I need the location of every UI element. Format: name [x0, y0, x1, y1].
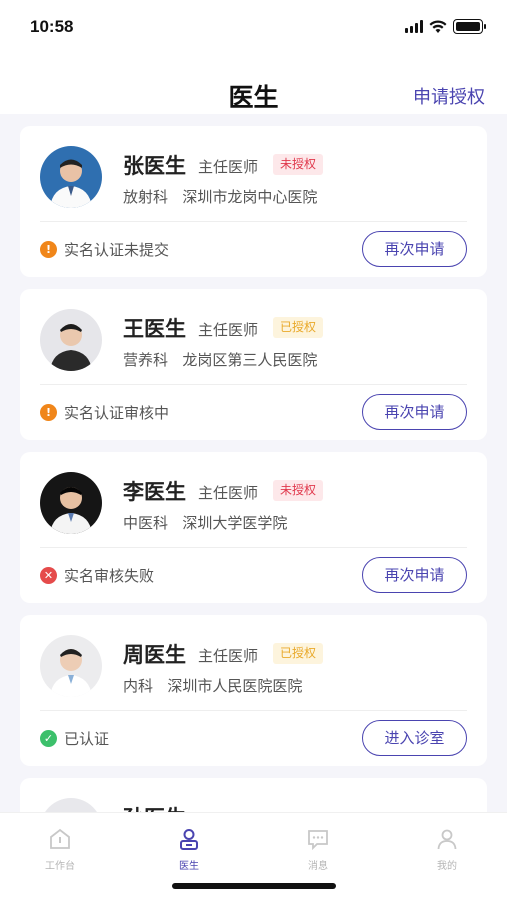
doctor-card[interactable]: 周医生 主任医师 已授权 内科 深圳市人民医院医院 ✓ 已认证 进入诊室: [20, 615, 487, 766]
status-text: 实名认证未提交: [64, 241, 170, 259]
avatar: [40, 146, 102, 208]
doctor-department: 营养科: [123, 351, 169, 369]
tab-label: 我的: [437, 861, 457, 872]
status-text: 实名认证审核中: [64, 404, 170, 422]
verification-status: ✕ 实名审核失败: [40, 565, 154, 586]
divider: [40, 710, 467, 711]
nav-bar: 医生 申请授权: [0, 58, 507, 114]
doctor-department: 放射科: [123, 188, 169, 206]
doctor-hospital: 深圳市人民医院医院: [167, 677, 303, 695]
divider: [40, 384, 467, 385]
workbench-icon: [50, 828, 70, 849]
wifi-icon: [429, 19, 447, 33]
divider: [40, 547, 467, 548]
verification-status: ✓ 已认证: [40, 728, 109, 749]
auth-badge: 已授权: [273, 643, 324, 664]
avatar: [40, 472, 102, 534]
tab-label: 消息: [308, 861, 328, 872]
auth-badge: 已授权: [273, 317, 324, 338]
status-icons: [405, 19, 486, 34]
doctor-name: 王医生: [123, 317, 186, 341]
doctor-affiliation: 中医科 深圳大学医学院: [123, 512, 287, 533]
doctor-department: 内科: [123, 677, 154, 695]
enter-clinic-button[interactable]: 进入诊室: [362, 720, 467, 756]
reapply-button[interactable]: 再次申请: [362, 394, 467, 430]
tab-message[interactable]: 消息: [278, 827, 358, 872]
message-icon: [308, 830, 328, 851]
doctor-card[interactable]: 孙医生: [20, 778, 487, 812]
doctor-card[interactable]: 张医生 主任医师 未授权 放射科 深圳市龙岗中心医院 ! 实名认证未提交 再次申…: [20, 126, 487, 277]
doctor-name: 孙医生: [123, 802, 186, 812]
tab-label: 工作台: [45, 861, 75, 872]
doctor-title: 主任医师: [198, 321, 259, 339]
doctor-title: 主任医师: [198, 158, 259, 176]
profile-icon: [437, 829, 457, 850]
doctor-department: 中医科: [123, 514, 169, 532]
doctor-card[interactable]: 李医生 主任医师 未授权 中医科 深圳大学医学院 ✕ 实名审核失败 再次申请: [20, 452, 487, 603]
avatar: [40, 635, 102, 697]
status-time: 10:58: [30, 17, 74, 36]
doctor-title: 主任医师: [198, 484, 259, 502]
check-icon: ✓: [40, 730, 57, 747]
reapply-button[interactable]: 再次申请: [362, 231, 467, 267]
status-text: 已认证: [64, 730, 110, 748]
signal-icon: [405, 20, 423, 33]
avatar: [40, 309, 102, 371]
auth-badge: 未授权: [273, 154, 324, 175]
doctor-title: 主任医师: [198, 647, 259, 665]
error-icon: ✕: [40, 567, 57, 584]
doctor-list[interactable]: 张医生 主任医师 未授权 放射科 深圳市龙岗中心医院 ! 实名认证未提交 再次申…: [0, 114, 507, 812]
avatar: [40, 798, 102, 812]
verification-status: ! 实名认证审核中: [40, 402, 169, 423]
doctor-affiliation: 内科 深圳市人民医院医院: [123, 675, 302, 696]
divider: [40, 221, 467, 222]
warning-icon: !: [40, 404, 57, 421]
tab-doctor[interactable]: 医生: [149, 827, 229, 872]
warning-icon: !: [40, 241, 57, 258]
doctor-name: 周医生: [123, 643, 186, 667]
doctor-hospital: 深圳大学医学院: [182, 514, 288, 532]
home-indicator: [172, 883, 336, 889]
reapply-button[interactable]: 再次申请: [362, 557, 467, 593]
auth-badge: 未授权: [273, 480, 324, 501]
verification-status: ! 实名认证未提交: [40, 239, 169, 260]
doctor-affiliation: 放射科 深圳市龙岗中心医院: [123, 186, 317, 207]
doctor-icon: [180, 829, 198, 850]
status-bar: 10:58: [0, 0, 507, 58]
doctor-name: 张医生: [123, 154, 186, 178]
tab-workbench[interactable]: 工作台: [20, 827, 100, 872]
doctor-hospital: 龙岗区第三人民医院: [182, 351, 318, 369]
doctor-name: 李医生: [123, 480, 186, 504]
doctor-card[interactable]: 王医生 主任医师 已授权 营养科 龙岗区第三人民医院 ! 实名认证审核中 再次申…: [20, 289, 487, 440]
doctor-hospital: 深圳市龙岗中心医院: [182, 188, 318, 206]
tab-label: 医生: [179, 861, 199, 872]
status-text: 实名审核失败: [64, 567, 155, 585]
doctor-affiliation: 营养科 龙岗区第三人民医院: [123, 349, 317, 370]
apply-authorization-link[interactable]: 申请授权: [413, 83, 485, 109]
battery-icon: [453, 19, 486, 34]
tab-profile[interactable]: 我的: [407, 827, 487, 872]
